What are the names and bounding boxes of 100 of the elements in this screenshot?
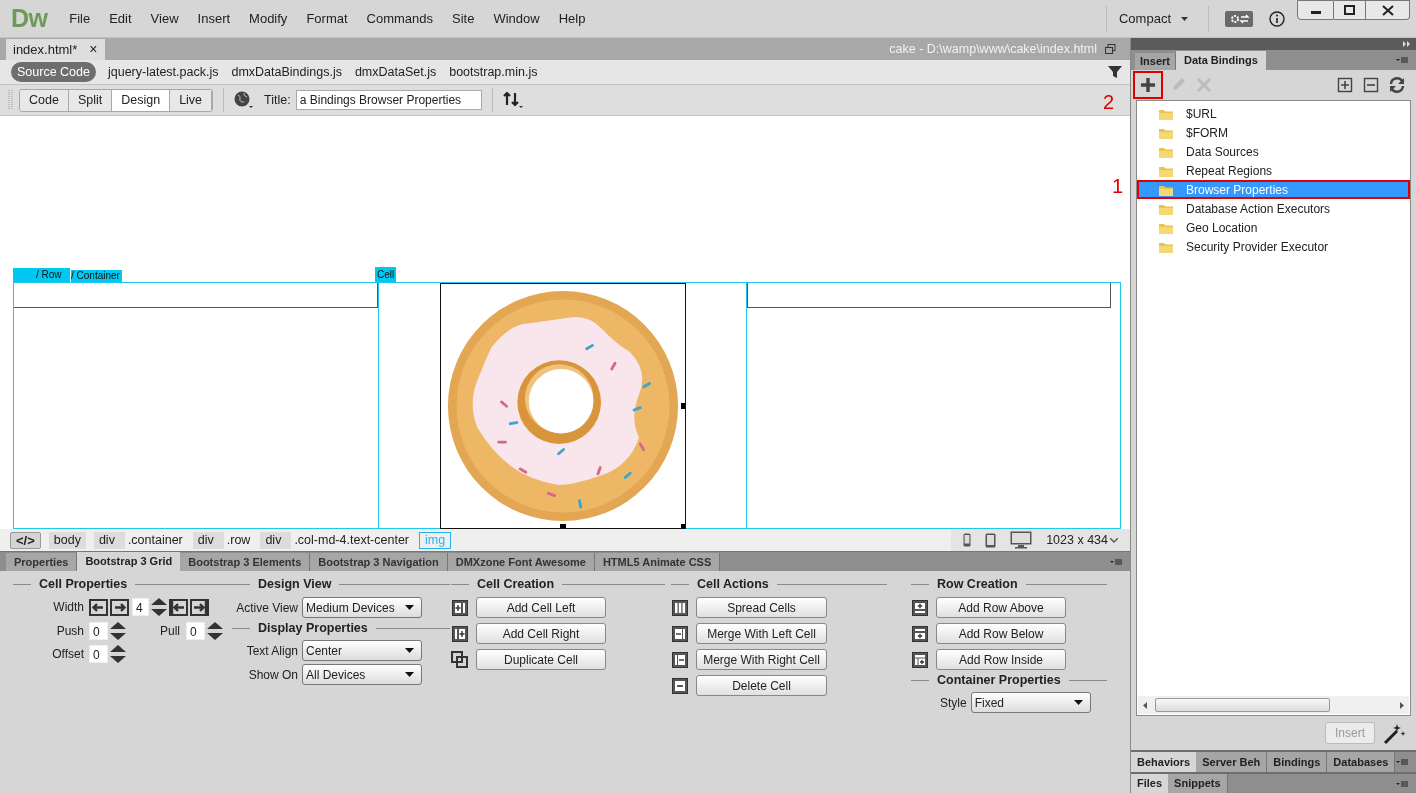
cell-label[interactable]: Cell (374, 267, 397, 282)
sort-icon[interactable] (502, 91, 524, 109)
menu-item[interactable]: Modify (249, 8, 288, 29)
desktop-icon[interactable] (1010, 531, 1033, 549)
view-button[interactable]: Live (170, 89, 213, 111)
panel-tab[interactable]: Server Beh (1196, 752, 1268, 772)
phone-icon[interactable] (963, 533, 972, 547)
tablet-icon[interactable] (985, 532, 997, 548)
properties-tab[interactable]: Properties (6, 553, 78, 571)
code-view-button[interactable]: </> (10, 531, 41, 549)
title-field[interactable]: a Bindings Browser Properties (295, 90, 482, 110)
horizontal-scrollbar[interactable] (1138, 696, 1409, 714)
panel-menu-icon[interactable] (1396, 57, 1408, 63)
number-field[interactable]: 0 (89, 622, 108, 640)
globe-icon[interactable] (234, 91, 255, 109)
panel-tab[interactable]: Bindings (1267, 752, 1328, 772)
tag-selector-item[interactable]: body (48, 531, 86, 549)
container-label[interactable]: / Container (71, 270, 122, 282)
number-field[interactable]: 4 (132, 598, 149, 616)
resize-handle[interactable] (560, 524, 566, 528)
panel-tab[interactable]: Data Bindings (1175, 51, 1266, 70)
related-file-link[interactable]: bootstrap.min.js (448, 62, 539, 82)
workspace-switcher[interactable]: Compact (1118, 8, 1188, 29)
panel-tab[interactable]: Snippets (1168, 774, 1228, 793)
tag-selector-item[interactable]: div .container (93, 531, 185, 549)
action-button[interactable]: Add Cell Right (476, 623, 606, 644)
action-button[interactable]: Merge With Right Cell (696, 649, 827, 670)
properties-tab[interactable]: DMXzone Font Awesome (447, 553, 595, 571)
maximize-button[interactable] (1334, 0, 1366, 20)
action-button[interactable]: Merge With Left Cell (696, 623, 827, 644)
menu-item[interactable]: Commands (366, 8, 433, 29)
tree-item[interactable]: $URL (1137, 104, 1410, 123)
menu-item[interactable]: Format (306, 8, 348, 29)
action-button[interactable]: Add Row Inside (936, 649, 1066, 670)
view-button[interactable]: Split (68, 89, 113, 111)
dropdown[interactable]: Fixed (970, 692, 1091, 713)
sync-settings-icon[interactable] (1225, 10, 1253, 27)
toolbar-button[interactable] (1133, 71, 1163, 99)
related-file-link[interactable]: dmxDataBindings.js (230, 62, 343, 82)
filter-icon[interactable] (1108, 66, 1122, 78)
view-button[interactable]: Code (20, 89, 69, 111)
panel-menu-icon[interactable] (1396, 759, 1408, 765)
spinner-icon[interactable] (207, 622, 223, 640)
number-field[interactable]: 0 (186, 622, 205, 640)
spinner-icon[interactable] (151, 598, 167, 616)
panel-tab[interactable]: Insert (1135, 53, 1176, 70)
panel-menu-icon[interactable] (1396, 780, 1408, 787)
panel-tab[interactable]: Databases (1327, 752, 1396, 772)
related-file-link[interactable]: jquery-latest.pack.js (106, 62, 220, 82)
action-button[interactable]: Add Row Above (936, 597, 1066, 618)
properties-tab[interactable]: Bootstrap 3 Elements (180, 553, 311, 571)
properties-tab[interactable]: HTML5 Animate CSS (594, 553, 721, 571)
number-field[interactable]: 0 (89, 645, 108, 663)
tree-item[interactable]: Geo Location (1137, 218, 1410, 237)
action-button[interactable]: Duplicate Cell (476, 649, 606, 670)
collapse-panel-icon[interactable] (1403, 41, 1410, 47)
arrow-left-box-icon[interactable] (169, 598, 188, 616)
menu-item[interactable]: Insert (197, 8, 231, 29)
action-button[interactable]: Spread Cells (696, 597, 827, 618)
spinner-icon[interactable] (110, 645, 126, 663)
dropdown[interactable]: Medium Devices (302, 597, 422, 618)
close-tab-button[interactable]: × (89, 39, 98, 60)
arrow-right-box-icon[interactable] (190, 598, 209, 616)
document-tab[interactable]: index.html* × (6, 39, 105, 60)
arrow-right-box-icon[interactable] (110, 598, 129, 616)
panel-menu-icon[interactable] (1110, 558, 1122, 565)
spinner-icon[interactable] (110, 622, 126, 640)
related-file-link[interactable]: Source Code (11, 61, 96, 83)
restore-icon[interactable] (1105, 44, 1116, 54)
related-file-link[interactable]: dmxDataSet.js (353, 62, 438, 82)
menu-item[interactable]: Help (558, 8, 586, 29)
view-button[interactable]: Design (112, 89, 171, 111)
properties-tab[interactable]: Bootstrap 3 Navigation (310, 553, 448, 571)
panel-tab[interactable]: Behaviors (1131, 752, 1197, 772)
tree-item[interactable]: $FORM (1137, 123, 1410, 142)
resize-handle[interactable] (681, 524, 685, 528)
properties-tab[interactable]: Bootstrap 3 Grid (77, 552, 181, 571)
menu-item[interactable]: Site (452, 8, 475, 29)
tree-item[interactable]: Database Action Executors (1137, 199, 1410, 218)
action-button[interactable]: Delete Cell (696, 675, 827, 696)
tag-selector-item[interactable]: div .col-md-4.text-center (260, 531, 411, 549)
tree-item[interactable]: Security Provider Executor (1137, 237, 1410, 256)
resize-handle[interactable] (681, 403, 685, 409)
action-button[interactable]: Add Row Below (936, 623, 1066, 644)
panel-tab[interactable]: Files (1131, 774, 1169, 793)
magic-wand-icon[interactable] (1383, 722, 1406, 744)
close-button[interactable] (1366, 0, 1410, 20)
menu-item[interactable]: Window (493, 8, 540, 29)
row-label[interactable]: / Row (13, 268, 70, 282)
action-button[interactable]: Add Cell Left (476, 597, 606, 618)
dropdown[interactable]: Center (302, 640, 422, 661)
minimize-button[interactable] (1297, 0, 1334, 20)
info-icon[interactable] (1269, 10, 1285, 27)
menu-item[interactable]: Edit (109, 8, 132, 29)
menu-item[interactable]: View (150, 8, 179, 29)
tree-item[interactable]: Repeat Regions (1137, 161, 1410, 180)
dropdown[interactable]: All Devices (302, 664, 422, 685)
tag-selector-item[interactable]: div .row (192, 531, 253, 549)
arrow-left-box-icon[interactable] (89, 598, 108, 616)
tree-item[interactable]: Data Sources (1137, 142, 1410, 161)
